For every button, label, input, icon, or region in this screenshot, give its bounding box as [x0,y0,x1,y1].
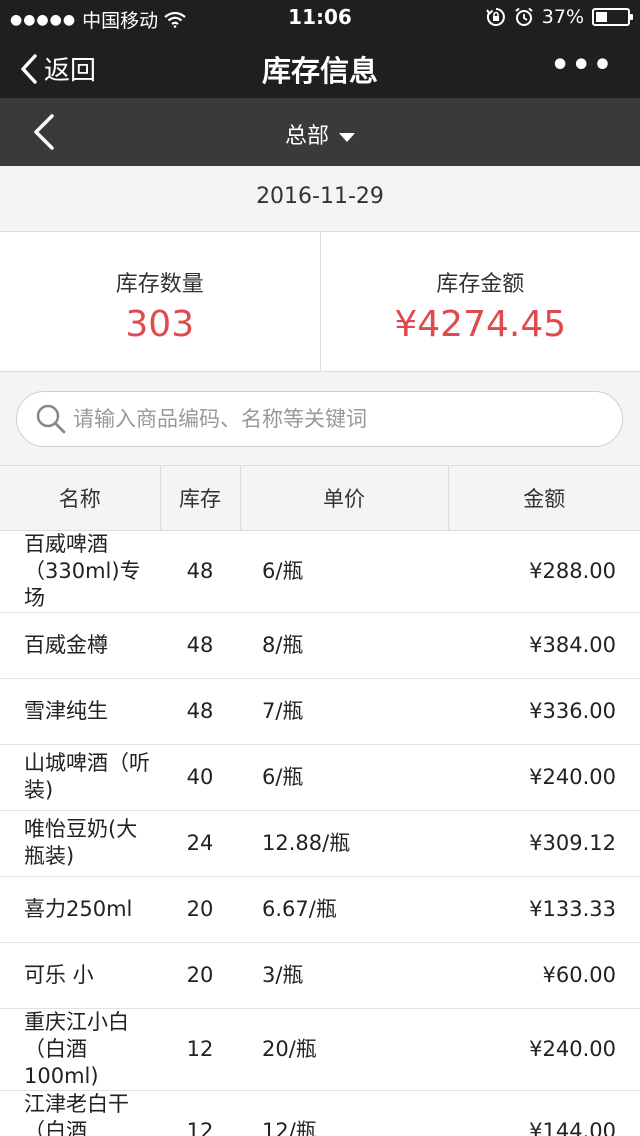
store-label: 总部 [284,124,329,149]
cell-name: 江津老白干（白酒125ml) [0,1090,160,1136]
cell-price: 6/瓶 [240,530,448,613]
cell-name: 山城啤酒（听装) [0,744,160,811]
stock-amount-value: ¥4274.45 [394,304,567,345]
stock-amount-summary: 库存金额 ¥4274.45 [319,232,640,371]
table-row[interactable]: 江津老白干（白酒125ml) 12 12/瓶 ¥144.00 [0,1090,640,1136]
cell-name: 重庆江小白（白酒100ml) [0,1008,160,1091]
cell-stock: 40 [160,744,240,811]
cell-price: 12.88/瓶 [240,810,448,877]
more-menu-button[interactable]: ••• [550,48,614,83]
rotation-lock-icon [485,8,505,26]
table-row[interactable]: 重庆江小白（白酒100ml) 12 20/瓶 ¥240.00 [0,1008,640,1091]
cell-name: 百威啤酒（330ml)专场 [0,530,160,613]
column-header-stock[interactable]: 库存 [160,466,241,531]
battery-fill [596,12,607,22]
search-area [0,372,640,466]
cell-amount: ¥309.12 [448,810,640,877]
cell-stock: 12 [160,1090,240,1136]
cell-price: 20/瓶 [240,1008,448,1091]
cell-price: 3/瓶 [240,942,448,1009]
inventory-summary: 库存数量 303 库存金额 ¥4274.45 [0,232,640,372]
stock-quantity-label: 库存数量 [115,272,204,297]
cell-name: 唯怡豆奶(大瓶装) [0,810,160,877]
table-row[interactable]: 百威啤酒（330ml)专场 48 6/瓶 ¥288.00 [0,530,640,613]
table-row[interactable]: 唯怡豆奶(大瓶装) 24 12.88/瓶 ¥309.12 [0,810,640,877]
cell-name: 可乐 小 [0,942,160,1009]
stock-quantity-summary: 库存数量 303 [0,232,320,371]
store-selector[interactable]: 总部 [0,118,640,150]
table-row[interactable]: 喜力250ml 20 6.67/瓶 ¥133.33 [0,876,640,943]
cell-stock: 48 [160,612,240,679]
cell-amount: ¥288.00 [448,530,640,613]
column-header-name[interactable]: 名称 [0,466,161,531]
cell-amount: ¥240.00 [448,1008,640,1091]
cell-price: 8/瓶 [240,612,448,679]
caret-down-icon [339,132,355,142]
cell-stock: 20 [160,942,240,1009]
table-header-row: 名称 库存 单价 金额 [0,466,640,531]
stock-amount-label: 库存金额 [436,272,525,297]
search-input[interactable] [73,407,593,431]
cell-stock: 24 [160,810,240,877]
alarm-icon [515,7,533,26]
page-title: 库存信息 [261,54,378,88]
status-bar: ●●●●● 中国移动 11:06 37% [0,0,640,34]
date-label: 2016-11-29 [256,184,384,209]
cell-price: 6.67/瓶 [240,876,448,943]
cell-amount: ¥384.00 [448,612,640,679]
cell-price: 7/瓶 [240,678,448,745]
cell-amount: ¥240.00 [448,744,640,811]
cell-stock: 20 [160,876,240,943]
column-header-price[interactable]: 单价 [240,466,449,531]
cell-stock: 12 [160,1008,240,1091]
date-bar[interactable]: 2016-11-29 [0,166,640,232]
cell-price: 6/瓶 [240,744,448,811]
column-header-amount[interactable]: 金额 [448,466,640,531]
table-row[interactable]: 雪津纯生 48 7/瓶 ¥336.00 [0,678,640,745]
table-row[interactable]: 山城啤酒（听装) 40 6/瓶 ¥240.00 [0,744,640,811]
cell-name: 雪津纯生 [0,678,160,745]
stock-quantity-value: 303 [125,304,195,345]
cell-amount: ¥144.00 [448,1090,640,1136]
cell-stock: 48 [160,678,240,745]
cell-amount: ¥60.00 [448,942,640,1009]
cell-amount: ¥133.33 [448,876,640,943]
nav-bar: 返回 库存信息 ••• [0,34,640,98]
cell-name: 喜力250ml [0,876,160,943]
cell-stock: 48 [160,530,240,613]
battery-percent: 37% [541,6,584,28]
inventory-table: 名称 库存 单价 金额 百威啤酒（330ml)专场 48 6/瓶 ¥288.00… [0,466,640,1136]
cell-name: 百威金樽 [0,612,160,679]
store-bar: 总部 [0,98,640,166]
table-row[interactable]: 可乐 小 20 3/瓶 ¥60.00 [0,942,640,1009]
table-row[interactable]: 百威金樽 48 8/瓶 ¥384.00 [0,612,640,679]
cell-amount: ¥336.00 [448,678,640,745]
search-icon [36,404,66,434]
cell-price: 12/瓶 [240,1090,448,1136]
battery-icon [592,8,633,26]
search-box[interactable] [16,391,623,447]
